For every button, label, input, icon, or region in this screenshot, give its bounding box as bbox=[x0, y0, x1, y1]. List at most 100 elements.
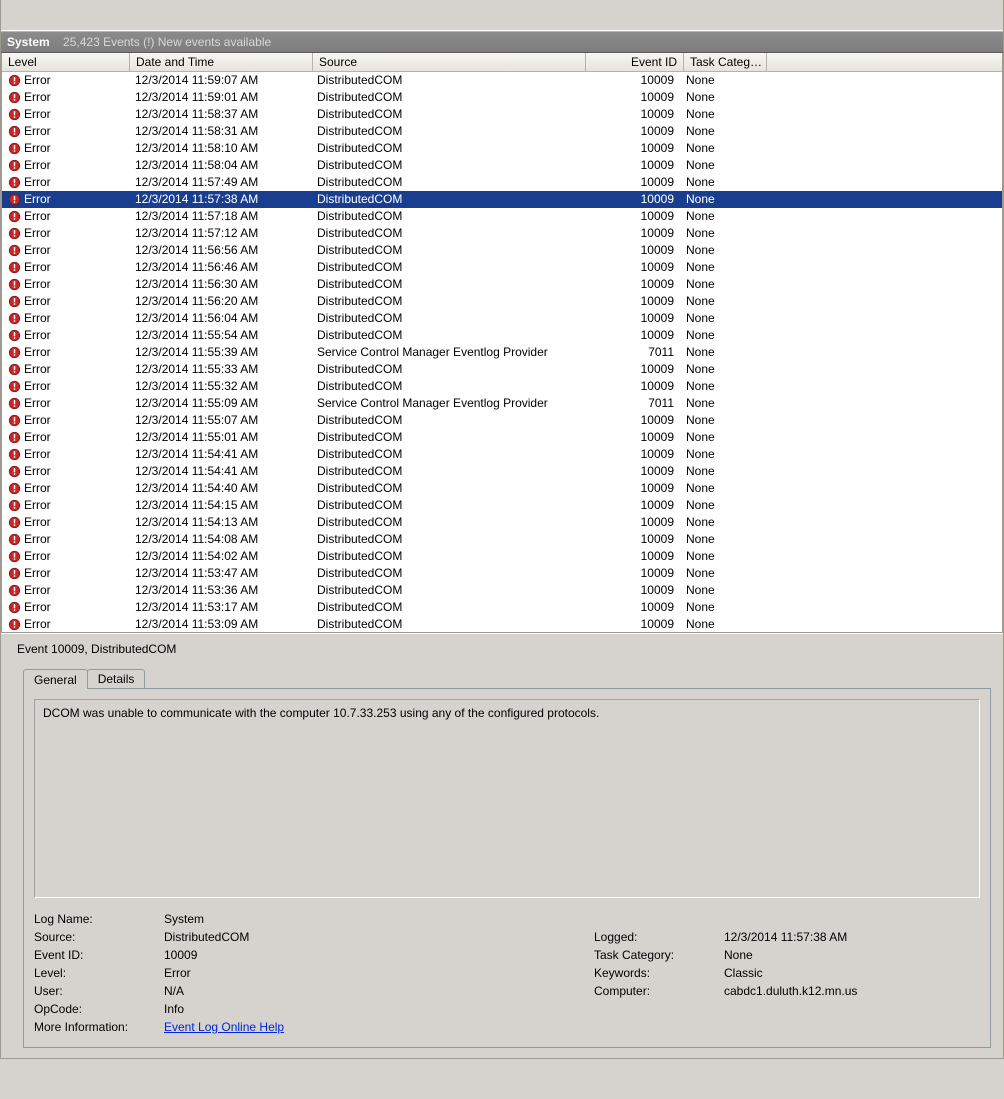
cell-level: Error bbox=[24, 89, 51, 106]
table-row[interactable]: Error12/3/2014 11:56:30 AMDistributedCOM… bbox=[2, 276, 1002, 293]
table-row[interactable]: Error12/3/2014 11:54:40 AMDistributedCOM… bbox=[2, 480, 1002, 497]
cell-source: DistributedCOM bbox=[311, 446, 583, 463]
link-event-log-online-help[interactable]: Event Log Online Help bbox=[164, 1020, 284, 1034]
table-row[interactable]: Error12/3/2014 11:56:04 AMDistributedCOM… bbox=[2, 310, 1002, 327]
table-row[interactable]: Error12/3/2014 11:58:10 AMDistributedCOM… bbox=[2, 140, 1002, 157]
table-row[interactable]: Error12/3/2014 11:53:47 AMDistributedCOM… bbox=[2, 565, 1002, 582]
event-message-text: DCOM was unable to communicate with the … bbox=[43, 706, 971, 720]
cell-event-id: 10009 bbox=[583, 157, 680, 174]
table-row[interactable]: Error12/3/2014 11:59:07 AMDistributedCOM… bbox=[2, 72, 1002, 89]
cell-task-category: None bbox=[680, 225, 762, 242]
cell-event-id: 7011 bbox=[583, 344, 680, 361]
table-row[interactable]: Error12/3/2014 11:58:31 AMDistributedCOM… bbox=[2, 123, 1002, 140]
table-row[interactable]: Error12/3/2014 11:56:46 AMDistributedCOM… bbox=[2, 259, 1002, 276]
cell-event-id: 10009 bbox=[583, 225, 680, 242]
table-row[interactable]: Error12/3/2014 11:56:20 AMDistributedCOM… bbox=[2, 293, 1002, 310]
cell-date: 12/3/2014 11:57:18 AM bbox=[129, 208, 311, 225]
error-icon bbox=[8, 584, 21, 597]
value-task-category: None bbox=[724, 948, 980, 962]
cell-task-category: None bbox=[680, 293, 762, 310]
table-row[interactable]: Error12/3/2014 11:54:41 AMDistributedCOM… bbox=[2, 446, 1002, 463]
table-row[interactable]: Error12/3/2014 11:53:36 AMDistributedCOM… bbox=[2, 582, 1002, 599]
table-row[interactable]: Error12/3/2014 11:57:49 AMDistributedCOM… bbox=[2, 174, 1002, 191]
value-source: DistributedCOM bbox=[164, 930, 584, 944]
error-icon bbox=[8, 482, 21, 495]
table-row[interactable]: Error12/3/2014 11:55:07 AMDistributedCOM… bbox=[2, 412, 1002, 429]
table-row[interactable]: Error12/3/2014 11:55:32 AMDistributedCOM… bbox=[2, 378, 1002, 395]
table-row[interactable]: Error12/3/2014 11:55:01 AMDistributedCOM… bbox=[2, 429, 1002, 446]
cell-source: DistributedCOM bbox=[311, 293, 583, 310]
table-row[interactable]: Error12/3/2014 11:54:02 AMDistributedCOM… bbox=[2, 548, 1002, 565]
table-row[interactable]: Error12/3/2014 11:57:38 AMDistributedCOM… bbox=[2, 191, 1002, 208]
cell-source: DistributedCOM bbox=[311, 225, 583, 242]
cell-source: DistributedCOM bbox=[311, 582, 583, 599]
cell-source: DistributedCOM bbox=[311, 599, 583, 616]
cell-task-category: None bbox=[680, 208, 762, 225]
tab-general[interactable]: General bbox=[23, 669, 88, 689]
col-header-task-category[interactable]: Task Categ… bbox=[684, 53, 767, 71]
cell-date: 12/3/2014 11:54:40 AM bbox=[129, 480, 311, 497]
table-row[interactable]: Error12/3/2014 11:57:18 AMDistributedCOM… bbox=[2, 208, 1002, 225]
table-row[interactable]: Error12/3/2014 11:54:41 AMDistributedCOM… bbox=[2, 463, 1002, 480]
cell-date: 12/3/2014 11:55:54 AM bbox=[129, 327, 311, 344]
error-icon bbox=[8, 601, 21, 614]
cell-task-category: None bbox=[680, 565, 762, 582]
table-row[interactable]: Error12/3/2014 11:55:54 AMDistributedCOM… bbox=[2, 327, 1002, 344]
tab-general-body: DCOM was unable to communicate with the … bbox=[23, 688, 991, 1048]
cell-source: DistributedCOM bbox=[311, 72, 583, 89]
value-computer: cabdc1.duluth.k12.mn.us bbox=[724, 984, 980, 998]
grid-body[interactable]: Error12/3/2014 11:59:07 AMDistributedCOM… bbox=[2, 72, 1002, 632]
col-header-source[interactable]: Source bbox=[313, 53, 586, 71]
cell-date: 12/3/2014 11:55:09 AM bbox=[129, 395, 311, 412]
cell-level: Error bbox=[24, 344, 51, 361]
cell-task-category: None bbox=[680, 72, 762, 89]
value-keywords: Classic bbox=[724, 966, 980, 980]
table-row[interactable]: Error12/3/2014 11:57:12 AMDistributedCOM… bbox=[2, 225, 1002, 242]
cell-event-id: 10009 bbox=[583, 293, 680, 310]
cell-event-id: 10009 bbox=[583, 599, 680, 616]
col-header-date[interactable]: Date and Time bbox=[130, 53, 313, 71]
cell-date: 12/3/2014 11:54:02 AM bbox=[129, 548, 311, 565]
label-opcode: OpCode: bbox=[34, 1002, 154, 1016]
cell-source: DistributedCOM bbox=[311, 106, 583, 123]
log-name-label: System bbox=[7, 35, 50, 49]
label-logged: Logged: bbox=[594, 930, 714, 944]
cell-level: Error bbox=[24, 259, 51, 276]
cell-date: 12/3/2014 11:56:04 AM bbox=[129, 310, 311, 327]
cell-source: DistributedCOM bbox=[311, 480, 583, 497]
cell-level: Error bbox=[24, 446, 51, 463]
table-row[interactable]: Error12/3/2014 11:58:04 AMDistributedCOM… bbox=[2, 157, 1002, 174]
cell-date: 12/3/2014 11:56:20 AM bbox=[129, 293, 311, 310]
cell-source: DistributedCOM bbox=[311, 276, 583, 293]
error-icon bbox=[8, 74, 21, 87]
table-row[interactable]: Error12/3/2014 11:54:15 AMDistributedCOM… bbox=[2, 497, 1002, 514]
col-header-event-id[interactable]: Event ID bbox=[586, 53, 684, 71]
label-user: User: bbox=[34, 984, 154, 998]
error-icon bbox=[8, 346, 21, 359]
table-row[interactable]: Error12/3/2014 11:53:17 AMDistributedCOM… bbox=[2, 599, 1002, 616]
cell-level: Error bbox=[24, 106, 51, 123]
cell-source: DistributedCOM bbox=[311, 259, 583, 276]
table-row[interactable]: Error12/3/2014 11:53:09 AMDistributedCOM… bbox=[2, 616, 1002, 632]
error-icon bbox=[8, 397, 21, 410]
table-row[interactable]: Error12/3/2014 11:55:33 AMDistributedCOM… bbox=[2, 361, 1002, 378]
col-header-level[interactable]: Level bbox=[2, 53, 130, 71]
table-row[interactable]: Error12/3/2014 11:58:37 AMDistributedCOM… bbox=[2, 106, 1002, 123]
cell-task-category: None bbox=[680, 446, 762, 463]
label-source: Source: bbox=[34, 930, 154, 944]
tab-details[interactable]: Details bbox=[87, 669, 146, 688]
cell-source: Service Control Manager Eventlog Provide… bbox=[311, 395, 583, 412]
table-row[interactable]: Error12/3/2014 11:54:08 AMDistributedCOM… bbox=[2, 531, 1002, 548]
label-event-id: Event ID: bbox=[34, 948, 154, 962]
table-row[interactable]: Error12/3/2014 11:54:13 AMDistributedCOM… bbox=[2, 514, 1002, 531]
table-row[interactable]: Error12/3/2014 11:59:01 AMDistributedCOM… bbox=[2, 89, 1002, 106]
table-row[interactable]: Error12/3/2014 11:56:56 AMDistributedCOM… bbox=[2, 242, 1002, 259]
error-icon bbox=[8, 329, 21, 342]
cell-task-category: None bbox=[680, 548, 762, 565]
table-row[interactable]: Error12/3/2014 11:55:39 AMService Contro… bbox=[2, 344, 1002, 361]
cell-date: 12/3/2014 11:58:31 AM bbox=[129, 123, 311, 140]
table-row[interactable]: Error12/3/2014 11:55:09 AMService Contro… bbox=[2, 395, 1002, 412]
cell-event-id: 10009 bbox=[583, 497, 680, 514]
cell-source: DistributedCOM bbox=[311, 89, 583, 106]
cell-date: 12/3/2014 11:55:01 AM bbox=[129, 429, 311, 446]
